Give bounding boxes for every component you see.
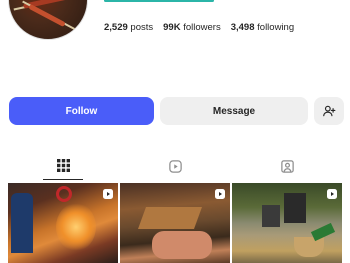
grid-post-reel[interactable] [120, 183, 230, 263]
reel-icon [215, 189, 225, 199]
profile-stats: 2,529 posts 99K followers 3,498 followin… [104, 22, 294, 33]
grid-post-reel[interactable] [8, 183, 118, 263]
following-value: 3,498 [230, 22, 255, 33]
tab-posts[interactable] [5, 150, 121, 182]
reels-icon [168, 160, 182, 173]
person-add-icon [323, 105, 336, 117]
posts-label: posts [130, 22, 154, 33]
suggest-people-button[interactable] [314, 97, 344, 125]
following-label: following [257, 22, 295, 33]
posts-value: 2,529 [104, 22, 128, 33]
followers-value: 99K [163, 22, 181, 33]
follow-button[interactable]: Follow [9, 97, 154, 125]
reel-icon [103, 189, 113, 199]
profile-tabs [0, 150, 350, 182]
followers-count[interactable]: 99K followers [163, 22, 221, 33]
grid-post-reel[interactable] [232, 183, 342, 263]
following-count[interactable]: 3,498 following [231, 22, 294, 33]
username-accent [104, 0, 214, 2]
message-button[interactable]: Message [160, 97, 308, 125]
tagged-icon [280, 160, 294, 173]
post-grid [8, 183, 342, 263]
reel-icon [327, 189, 337, 199]
grid-icon [56, 159, 70, 172]
posts-count[interactable]: 2,529 posts [104, 22, 153, 33]
tab-reels[interactable] [117, 150, 233, 182]
tab-tagged[interactable] [229, 150, 345, 182]
followers-label: followers [183, 22, 221, 33]
profile-avatar[interactable] [8, 0, 88, 40]
